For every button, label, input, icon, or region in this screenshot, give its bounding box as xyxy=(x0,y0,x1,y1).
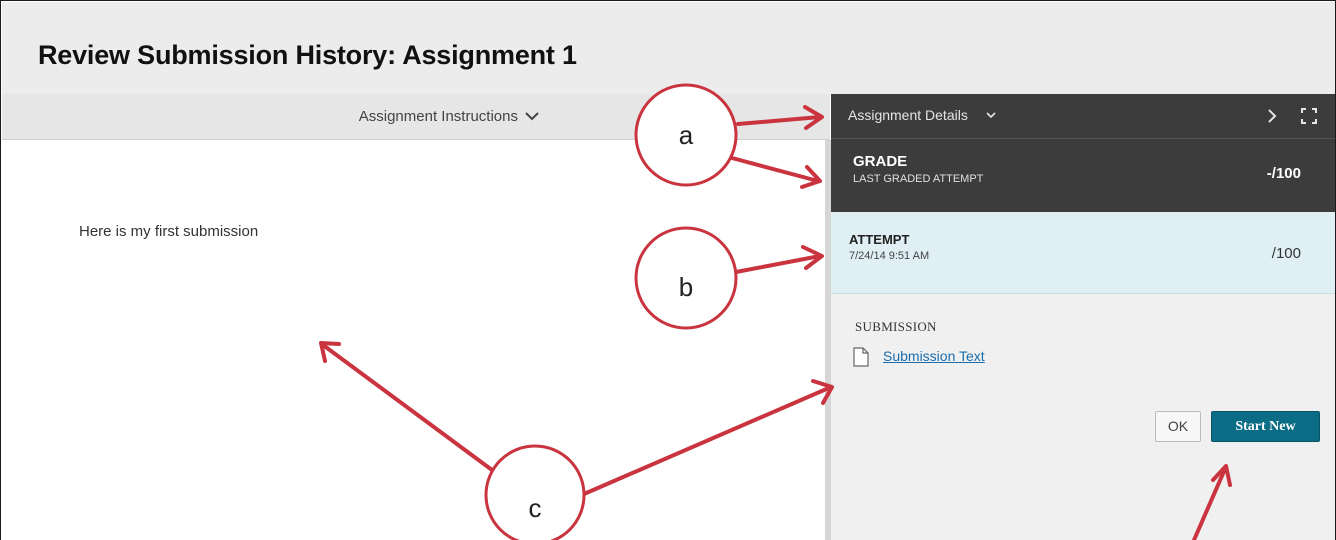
assignment-instructions-label: Assignment Instructions xyxy=(358,108,518,125)
assignment-instructions-panel: Assignment Instructions Here is my first… xyxy=(2,94,831,540)
chevron-down-icon[interactable] xyxy=(984,108,998,122)
title-bar: Review Submission History: Assignment 1 xyxy=(2,2,1335,94)
grade-score: -/100 xyxy=(1266,165,1301,182)
chevron-right-icon[interactable] xyxy=(1263,106,1281,126)
attempt-date: 7/24/14 9:51 AM xyxy=(849,250,930,262)
document-icon xyxy=(853,347,869,367)
review-submission-window: Review Submission History: Assignment 1 … xyxy=(0,0,1336,540)
assignment-instructions-toggle[interactable]: Assignment Instructions xyxy=(2,94,830,140)
attempt-title: ATTEMPT xyxy=(849,232,910,247)
submission-body-text: Here is my first submission xyxy=(79,223,259,240)
assignment-details-toggle[interactable]: Assignment Details xyxy=(848,107,968,123)
assignment-details-panel: Assignment Details GRADE LAST GRADED ATT… xyxy=(831,94,1335,540)
ok-button[interactable]: OK xyxy=(1155,411,1201,442)
start-new-button[interactable]: Start New xyxy=(1211,411,1320,442)
expand-icon[interactable] xyxy=(1299,106,1319,126)
submission-heading: SUBMISSION xyxy=(855,319,937,334)
page-title: Review Submission History: Assignment 1 xyxy=(38,40,577,70)
attempt-score: /100 xyxy=(1271,245,1301,262)
grade-subtitle: LAST GRADED ATTEMPT xyxy=(853,173,984,185)
attempt-row[interactable]: ATTEMPT 7/24/14 9:51 AM /100 xyxy=(831,212,1335,294)
submission-text-link[interactable]: Submission Text xyxy=(883,348,985,364)
grade-summary: GRADE LAST GRADED ATTEMPT -/100 xyxy=(831,138,1335,212)
assignment-details-header: Assignment Details xyxy=(831,94,1335,138)
chevron-down-icon xyxy=(525,112,539,121)
grade-title: GRADE xyxy=(853,153,908,170)
